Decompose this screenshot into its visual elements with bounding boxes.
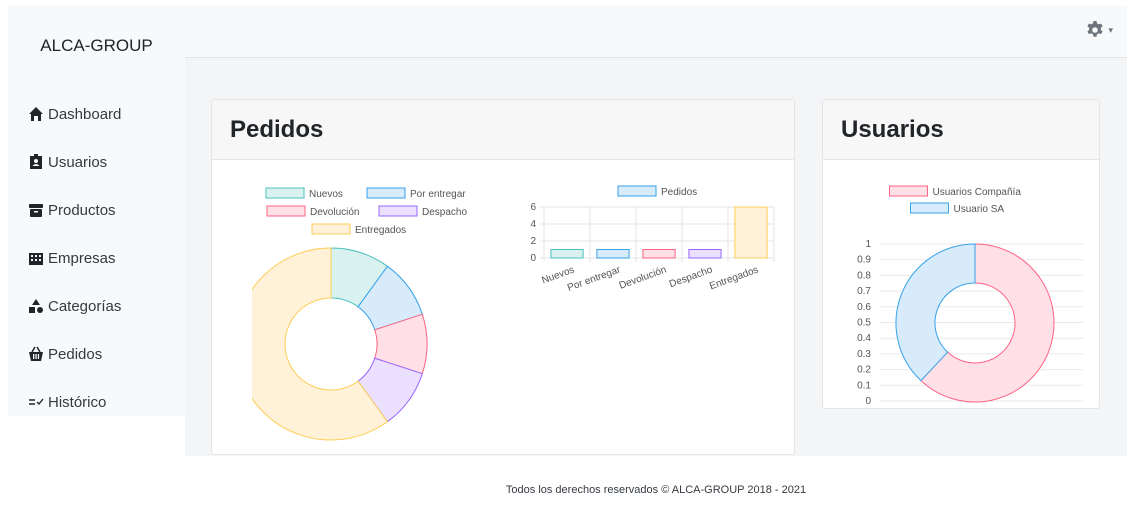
sidebar-item-dashboard[interactable]: Dashboard	[28, 102, 121, 126]
scale-tick-label: 0.7	[857, 286, 871, 297]
scale-tick-label: 0.9	[857, 255, 871, 266]
legend-item[interactable]: Usuarios Compañía	[933, 187, 1022, 198]
legend-item[interactable]: Devolución	[310, 207, 359, 218]
legend-item-swatch[interactable]	[378, 205, 418, 217]
sidebar: ALCA-GROUP Dashboard Usuarios Productos …	[8, 6, 185, 416]
id-badge-icon	[30, 154, 42, 169]
sidebar-item-pedidos[interactable]: Pedidos	[28, 342, 121, 366]
y-tick-label: 0	[530, 253, 536, 264]
brand-title: ALCA-GROUP	[40, 36, 153, 55]
footer-copyright: Todos los derechos reservados © ALCA-GRO…	[505, 484, 807, 496]
shapes-icon	[29, 299, 43, 313]
legend-item-swatch[interactable]	[889, 185, 928, 197]
settings-dropdown[interactable]: ▾	[1085, 20, 1113, 40]
sidebar-item-historico[interactable]: Histórico	[28, 390, 121, 414]
legend-item-swatch[interactable]	[617, 185, 657, 197]
legend-item[interactable]: Pedidos	[661, 187, 697, 198]
usuarios-doughnut-chart: Usuarios Compañía Usuario SA 0 0.1 0.2 0.3 0.4…	[857, 185, 1083, 406]
legend-item[interactable]: Usuario SA	[954, 204, 1005, 215]
pedidos-bar-chart: Pedidos0246NuevosPor entregarDevolución D…	[530, 185, 775, 294]
usuarios-card: Usuarios Usuarios Compañía Usuario SA 0 0.1…	[822, 99, 1100, 409]
bar[interactable]	[596, 249, 630, 259]
archive-box-icon	[29, 204, 43, 217]
sidebar-item-label: Usuarios	[48, 153, 108, 171]
scale-tick-label: 0.1	[857, 380, 871, 391]
x-tick-label: Despacho	[668, 264, 714, 290]
bar[interactable]	[642, 249, 676, 259]
sidebar-item-usuarios[interactable]: Usuarios	[28, 150, 121, 174]
legend-item[interactable]: Nuevos	[309, 189, 343, 200]
scale-tick-label: 0.4	[857, 333, 871, 344]
scale-tick-label: 1	[865, 239, 871, 250]
sidebar-item-label: Productos	[48, 201, 116, 219]
y-tick-label: 6	[530, 202, 536, 213]
sidebar-nav: Dashboard Usuarios Productos Empresas Ca…	[28, 102, 121, 438]
x-tick-label: Entregados	[708, 264, 760, 292]
sidebar-item-label: Pedidos	[48, 345, 103, 363]
sidebar-item-label: Histórico	[48, 393, 107, 411]
sidebar-item-label: Dashboard	[48, 105, 122, 123]
chevron-down-icon: ▾	[1108, 24, 1113, 35]
top-navbar: ▾	[185, 6, 1127, 58]
scale-tick-label: 0.6	[857, 302, 871, 313]
gear-icon	[1087, 21, 1104, 37]
sidebar-item-productos[interactable]: Productos	[28, 198, 121, 222]
legend-item-swatch[interactable]	[366, 187, 406, 199]
y-tick-label: 2	[530, 236, 536, 247]
shopping-basket-icon	[29, 346, 43, 361]
bar[interactable]	[550, 249, 584, 259]
main-content: Pedidos Nuevos Por entregar Devolución Desp…	[185, 58, 1127, 456]
scale-tick-label: 0.5	[857, 318, 871, 329]
scale-tick-label: 0	[865, 396, 871, 406]
card-title: Usuarios	[823, 100, 1099, 160]
scale-tick-label: 0.2	[857, 365, 871, 376]
doughnut-slice[interactable]	[895, 243, 976, 382]
legend-item-swatch[interactable]	[311, 223, 351, 235]
x-tick-label: Devolución	[618, 264, 668, 291]
scale-tick-label: 0.8	[857, 270, 871, 281]
pedidos-card: Pedidos Nuevos Por entregar Devolución Desp…	[211, 99, 795, 455]
scale-tick-label: 0.3	[857, 349, 871, 360]
sidebar-item-categorias[interactable]: Categorías	[28, 294, 121, 318]
bar[interactable]	[688, 249, 722, 259]
x-tick-label: Por entregar	[566, 264, 623, 294]
card-title: Pedidos	[212, 100, 794, 160]
legend-item[interactable]: Entregados	[355, 225, 406, 236]
list-check-icon	[29, 398, 44, 406]
legend-item-swatch[interactable]	[266, 205, 306, 217]
home-icon	[29, 107, 43, 121]
sidebar-item-empresas[interactable]: Empresas	[28, 246, 121, 270]
legend-item[interactable]: Por entregar	[410, 189, 466, 200]
bar[interactable]	[734, 206, 768, 259]
sidebar-item-label: Categorías	[48, 297, 122, 315]
y-tick-label: 4	[530, 219, 536, 230]
sidebar-item-label: Empresas	[48, 249, 116, 267]
legend-item[interactable]: Despacho	[422, 207, 467, 218]
legend-item-swatch[interactable]	[265, 187, 305, 199]
pedidos-doughnut-chart: Nuevos Por entregar Devolución Despacho Entr…	[252, 187, 467, 441]
building-icon	[29, 253, 43, 265]
legend-item-swatch[interactable]	[910, 202, 949, 214]
